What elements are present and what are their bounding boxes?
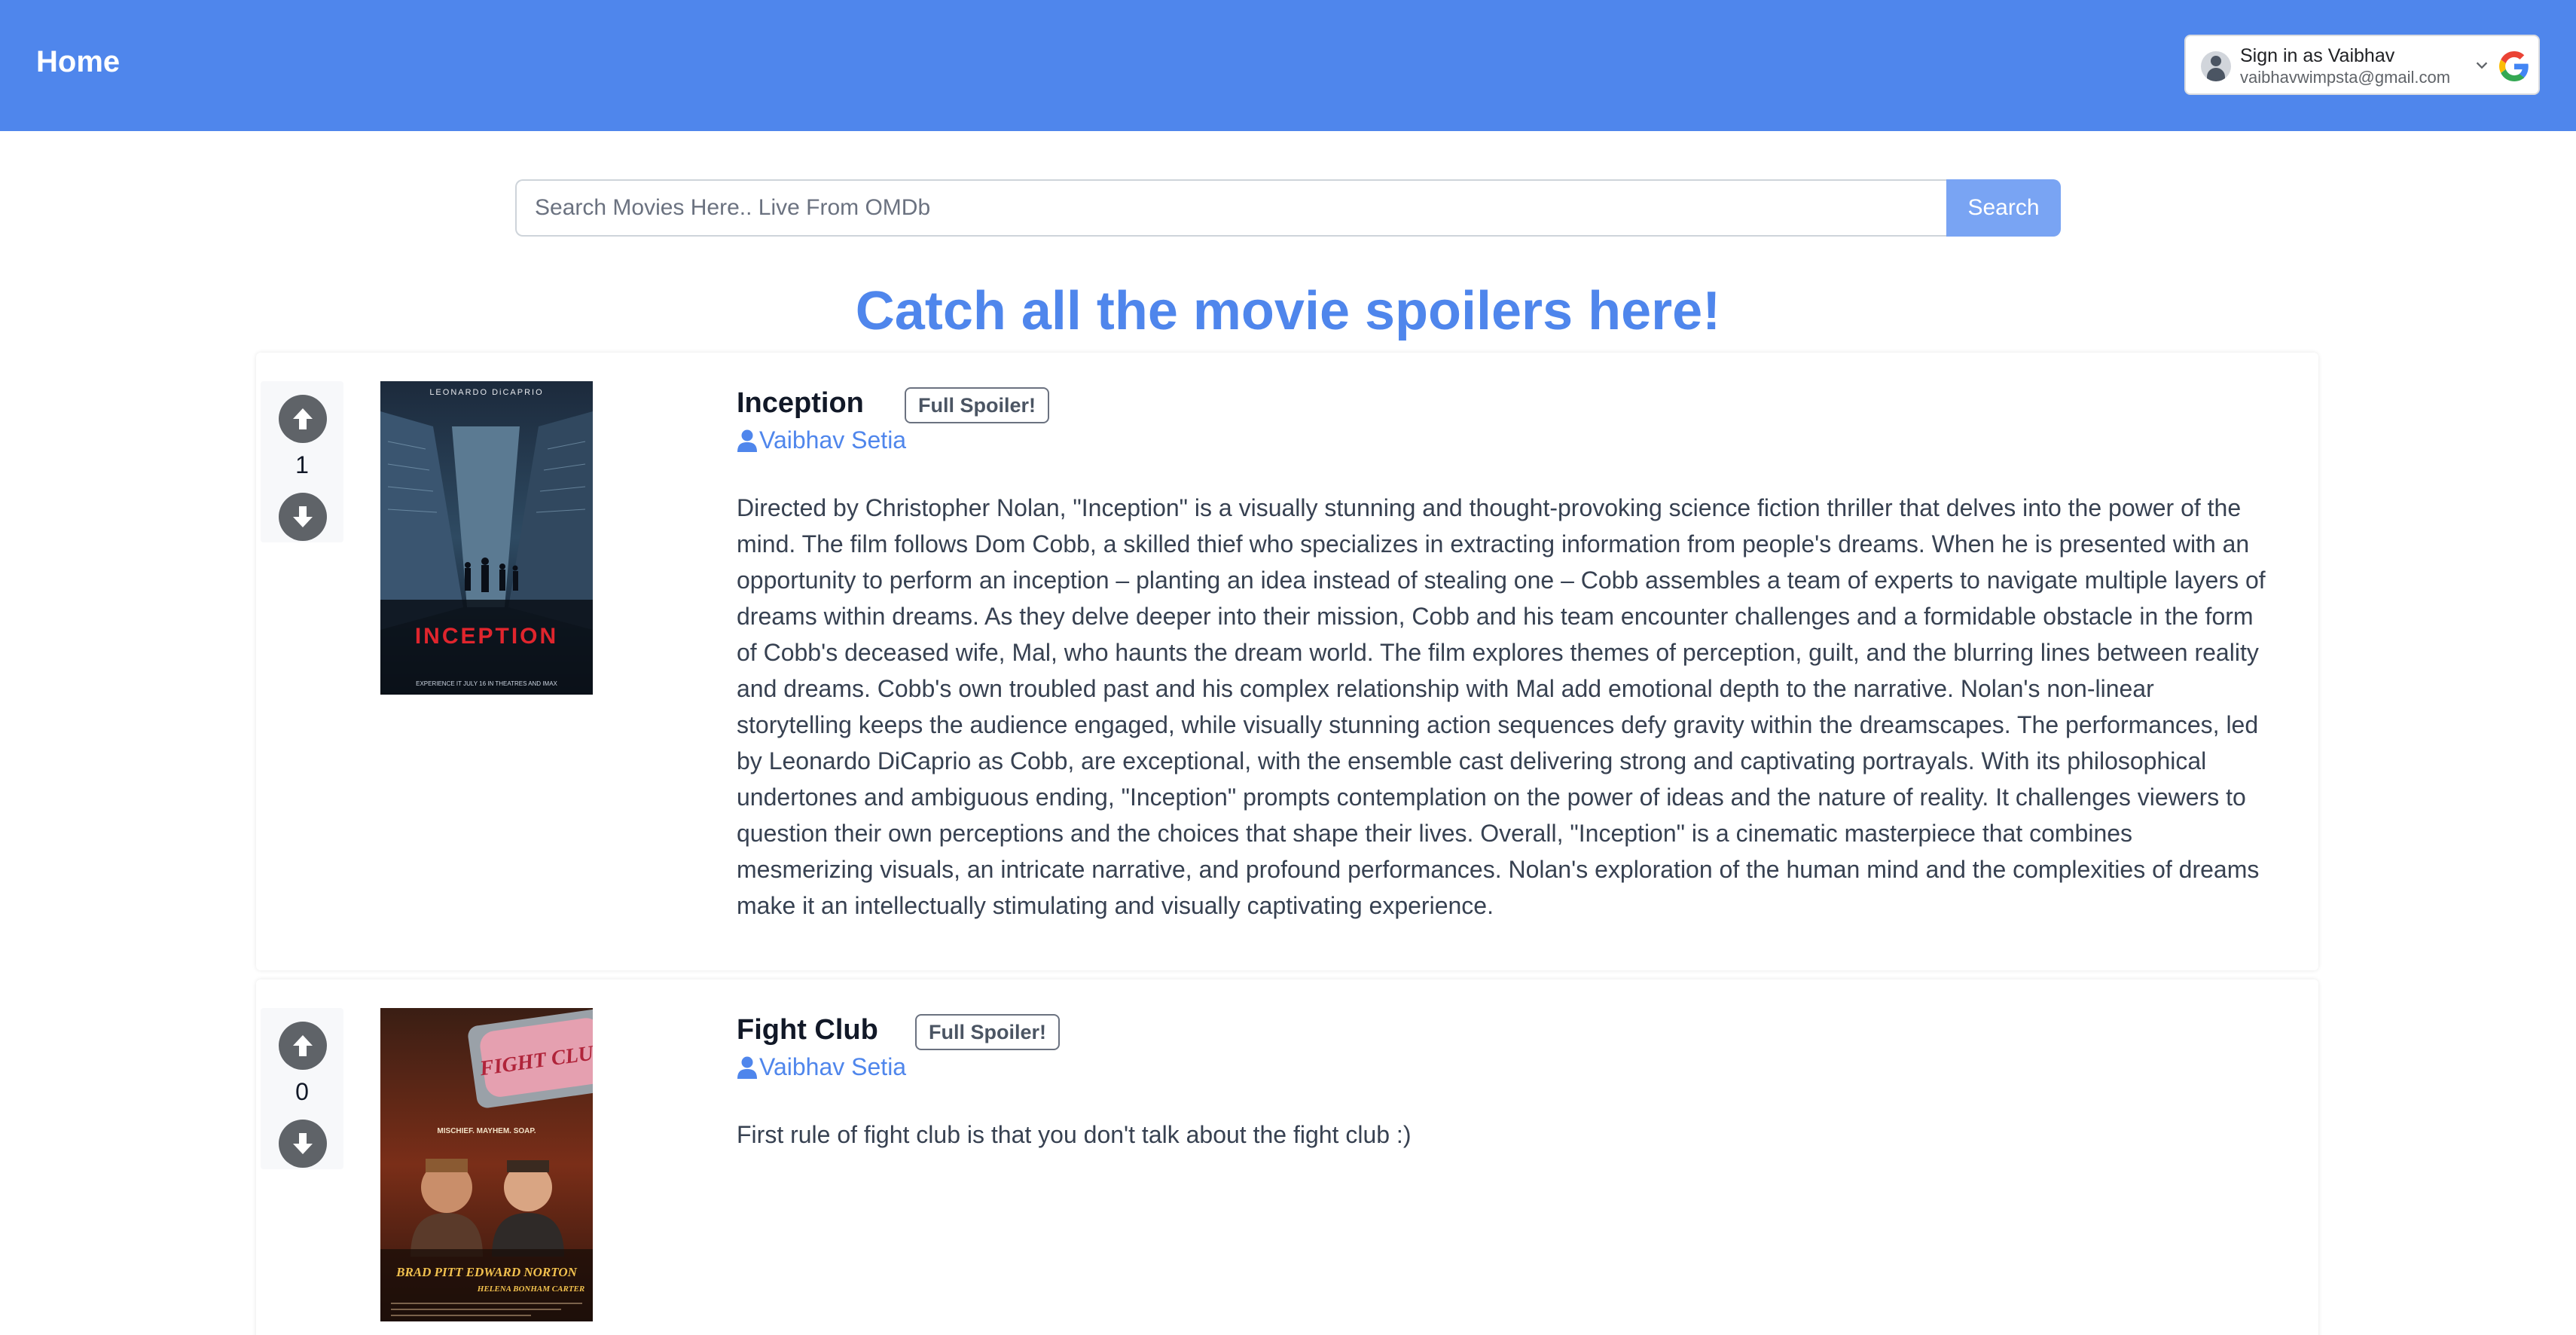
author-link[interactable]: Vaibhav Setia: [737, 426, 906, 454]
movie-poster: LEONARDO DiCAPRIO INCEPTION EXPERIENCE I…: [380, 381, 593, 695]
arrow-up-icon: [293, 408, 313, 429]
poster-top-text: LEONARDO DiCAPRIO: [429, 388, 543, 397]
vote-count: 0: [295, 1078, 309, 1105]
inception-poster-image: LEONARDO DiCAPRIO INCEPTION EXPERIENCE I…: [380, 381, 593, 695]
downvote-button[interactable]: [279, 1120, 327, 1168]
movie-title: Inception: [737, 387, 864, 419]
poster-tagline: MISCHIEF. MAYHEM. SOAP.: [437, 1127, 536, 1135]
author-name: Vaibhav Setia: [759, 1053, 907, 1080]
arrow-down-icon: [293, 1133, 313, 1154]
avatar: [2201, 51, 2231, 81]
author-link[interactable]: Vaibhav Setia: [737, 1053, 906, 1081]
search-bar: Search: [515, 179, 2061, 237]
review-text: First rule of fight club is that you don…: [737, 1121, 1412, 1148]
poster-bottom-text: EXPERIENCE IT JULY 16 IN THEATRES AND IM…: [416, 680, 557, 687]
chevron-down-icon: [2476, 62, 2488, 69]
arrow-up-icon: [293, 1035, 313, 1056]
vote-panel: 1: [261, 381, 343, 542]
navbar: Home Sign in as Vaibhav vaibhavwimpsta@g…: [0, 0, 2576, 131]
page-title: Catch all the movie spoilers here!: [855, 281, 1721, 341]
vote-count: 1: [295, 451, 309, 478]
google-logo-icon: [2499, 51, 2529, 81]
author-name: Vaibhav Setia: [759, 426, 907, 454]
user-icon: [737, 1056, 757, 1079]
arrow-down-icon: [293, 506, 313, 527]
vote-panel: 0: [261, 1008, 343, 1169]
upvote-button[interactable]: [279, 395, 327, 443]
spoiler-badge: Full Spoiler!: [905, 387, 1050, 423]
poster-title-text: INCEPTION: [415, 624, 558, 649]
nav-home-link[interactable]: Home: [36, 45, 120, 79]
spoiler-card: 0 FIGHT CLUB MISCHIEF. MAYHEM. SOAP. BRA…: [256, 979, 2318, 1335]
spoiler-badge: Full Spoiler!: [915, 1014, 1061, 1050]
search-input[interactable]: [515, 179, 1946, 237]
search-button[interactable]: Search: [1946, 179, 2061, 237]
fight-club-poster-image: FIGHT CLUB MISCHIEF. MAYHEM. SOAP. BRAD …: [380, 1008, 593, 1321]
spoiler-card: 1 LEONARDO DiCAPRIO INCEPTION EXPERIENCE…: [256, 353, 2318, 970]
poster-names: BRAD PITT EDWARD NORTON: [395, 1265, 577, 1279]
signin-title: Sign in as Vaibhav: [2240, 45, 2395, 66]
review-text: Directed by Christopher Nolan, "Inceptio…: [737, 494, 2266, 919]
movie-poster: FIGHT CLUB MISCHIEF. MAYHEM. SOAP. BRAD …: [380, 1008, 593, 1321]
upvote-button[interactable]: [279, 1022, 327, 1070]
user-icon: [737, 429, 757, 452]
signin-email: vaibhavwimpsta@gmail.com: [2240, 68, 2451, 87]
poster-names-2: HELENA BONHAM CARTER: [477, 1285, 584, 1294]
movie-title: Fight Club: [737, 1014, 878, 1046]
google-signin-button[interactable]: Sign in as Vaibhav vaibhavwimpsta@gmail.…: [2184, 35, 2540, 95]
downvote-button[interactable]: [279, 493, 327, 541]
